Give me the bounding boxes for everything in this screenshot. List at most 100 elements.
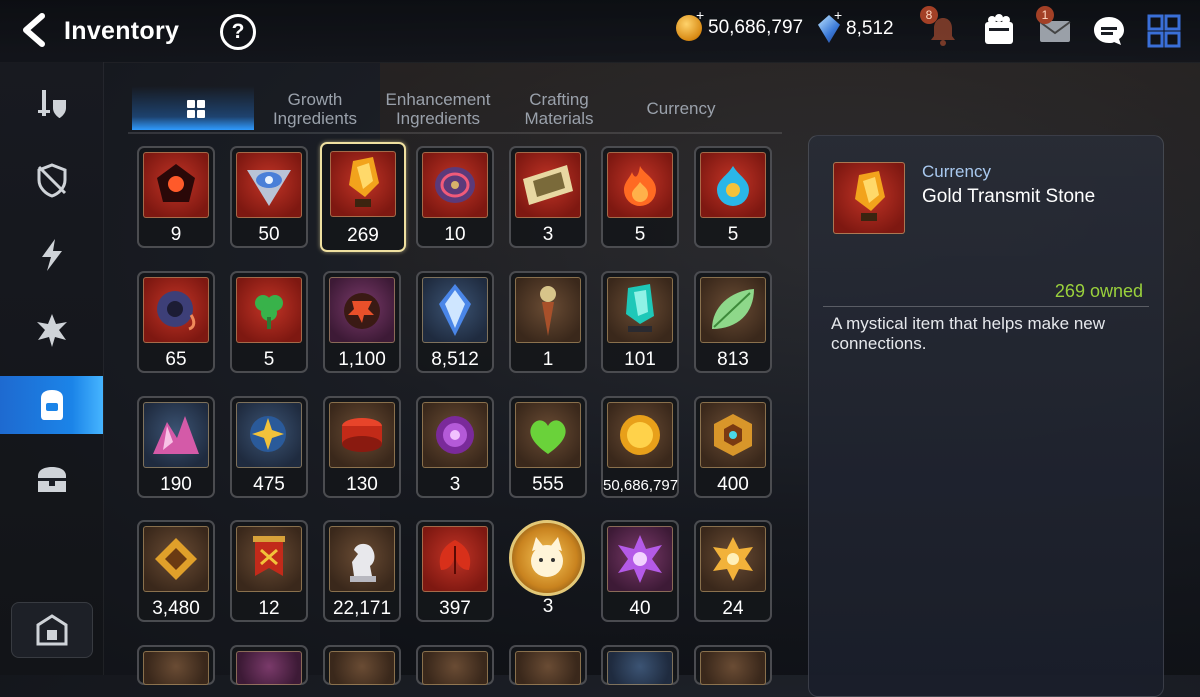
tab-currency[interactable]: Currency [626, 86, 736, 143]
golden-ticket-icon [523, 165, 573, 205]
sidebar-item-material[interactable] [0, 301, 103, 359]
inventory-slot[interactable]: 10 [416, 146, 494, 248]
inventory-slot[interactable]: 8,512 [416, 271, 494, 373]
inventory-slot[interactable]: 3 [509, 146, 587, 248]
leaf-icon [712, 289, 754, 329]
inventory-slot[interactable] [601, 645, 679, 685]
detail-item-icon [833, 162, 905, 234]
detail-description: A mystical item that helps make new conn… [831, 314, 1106, 353]
equipment-icon [37, 90, 66, 118]
inventory-slot[interactable]: 130 [323, 396, 401, 498]
category-tabs: Growth Ingredients Enhancement Ingredien… [128, 86, 782, 134]
inventory-slot[interactable]: 475 [230, 396, 308, 498]
inventory-slot[interactable] [230, 645, 308, 685]
banner-icon [253, 536, 285, 576]
sidebar-item-items[interactable] [0, 376, 103, 434]
tab-growth-ingredients[interactable]: Growth Ingredients [260, 86, 370, 134]
gold-counter[interactable]: + 50,686,797 [676, 7, 804, 41]
inventory-slot[interactable]: 190 [137, 396, 215, 498]
inventory-slot[interactable]: 9 [137, 146, 215, 248]
tab-enhancement-ingredients[interactable]: Enhancement Ingredients [382, 86, 494, 134]
gold-transmit-stone-icon [855, 171, 885, 221]
inventory-slot[interactable]: 50 [230, 146, 308, 248]
inventory-slot[interactable]: 3 [509, 520, 587, 622]
teal-crystal-icon [626, 284, 654, 332]
inventory-slot[interactable]: 65 [137, 271, 215, 373]
knight-piece-icon [350, 543, 376, 582]
inventory-slot[interactable] [137, 645, 215, 685]
menu-grid-icon[interactable] [1145, 12, 1183, 50]
inventory-slot[interactable]: 5 [601, 146, 679, 248]
item-detail-panel: Currency Gold Transmit Stone 269 owned A… [808, 135, 1164, 697]
inventory-slot[interactable]: 22,171 [323, 520, 401, 622]
gold-amount: 50,686,797 [708, 17, 804, 38]
detail-category: Currency [922, 162, 991, 181]
page-title: Inventory [64, 17, 180, 45]
sidebar-item-equipment[interactable] [0, 76, 103, 134]
grid-icon [187, 100, 205, 118]
sidebar [0, 62, 104, 675]
red-seal-icon [344, 293, 380, 329]
back-arrow-icon[interactable] [18, 12, 52, 48]
dagger-charm-icon [540, 286, 556, 336]
green-heart-icon [530, 420, 566, 454]
fire-charm-icon [624, 166, 656, 206]
crystal-gem-icon [439, 284, 471, 336]
water-charm-icon [717, 166, 749, 206]
red-band-icon [342, 418, 382, 452]
inventory-slot[interactable]: 813 [694, 271, 772, 373]
inventory-slot[interactable] [509, 645, 587, 685]
inventory-slot[interactable]: 3,480 [137, 520, 215, 622]
inventory-slot[interactable]: 1 [509, 271, 587, 373]
inventory-slot[interactable]: 397 [416, 520, 494, 622]
mail-badge: 1 [1036, 6, 1054, 24]
inventory-slot[interactable] [323, 645, 401, 685]
chat-icon[interactable] [1090, 12, 1128, 50]
tab-crafting-materials[interactable]: Crafting Materials [506, 86, 612, 134]
inventory-slot[interactable] [694, 645, 772, 685]
catalyst-icon [41, 239, 62, 271]
chest-icon [37, 467, 66, 492]
dark-charm-icon [157, 291, 196, 331]
purple-disc-icon [435, 167, 475, 203]
inventory-slot[interactable]: 400 [694, 396, 772, 498]
inventory-slot[interactable]: 1,100 [323, 271, 401, 373]
inventory-slot[interactable]: 555 [509, 396, 587, 498]
red-rune-icon [157, 164, 195, 202]
sidebar-item-catalyst[interactable] [0, 226, 103, 284]
gold-emblem-icon [155, 538, 197, 580]
inventory-slot[interactable]: 12 [230, 520, 308, 622]
purple-flower-icon [618, 535, 662, 583]
sidebar-item-chest[interactable] [0, 451, 103, 509]
inventory-slot[interactable]: 24 [694, 520, 772, 622]
clover-charm-icon [255, 295, 283, 329]
pink-crystal-pile-icon [153, 416, 199, 454]
storage-house-icon [36, 614, 68, 646]
notification-badge: 8 [920, 6, 938, 24]
inventory-slot-selected[interactable]: 269 [320, 142, 406, 252]
detail-owned-count: 269 owned [1054, 281, 1143, 301]
divider [823, 306, 1149, 307]
inventory-slot[interactable]: 5 [694, 146, 772, 248]
gold-transmit-stone-icon [349, 157, 379, 207]
help-icon[interactable]: ? [220, 14, 256, 50]
inventory-slot[interactable]: 3 [416, 396, 494, 498]
eye-crest-icon [247, 170, 291, 206]
detail-item-name: Gold Transmit Stone [922, 186, 1096, 207]
inventory-slot[interactable]: 50,686,797 [601, 396, 679, 498]
sidebar-item-artifact[interactable] [0, 151, 103, 209]
inventory-slot[interactable]: 5 [230, 271, 308, 373]
red-leaf-icon [439, 540, 471, 574]
inventory-slot[interactable]: 40 [601, 520, 679, 622]
crystal-counter[interactable]: + 8,512 [818, 7, 894, 43]
top-bar: Inventory ? + 50,686,797 + 8,512 8 1 [0, 0, 1200, 63]
artifact-icon [37, 163, 66, 198]
sidebar-storage-button[interactable] [11, 602, 93, 658]
tab-all[interactable] [132, 86, 254, 130]
friends-icon[interactable] [980, 12, 1018, 50]
items-icon [40, 390, 63, 420]
inventory-slot[interactable] [416, 645, 494, 685]
crystal-amount: 8,512 [846, 18, 894, 39]
material-icon [36, 314, 67, 347]
inventory-slot[interactable]: 101 [601, 271, 679, 373]
